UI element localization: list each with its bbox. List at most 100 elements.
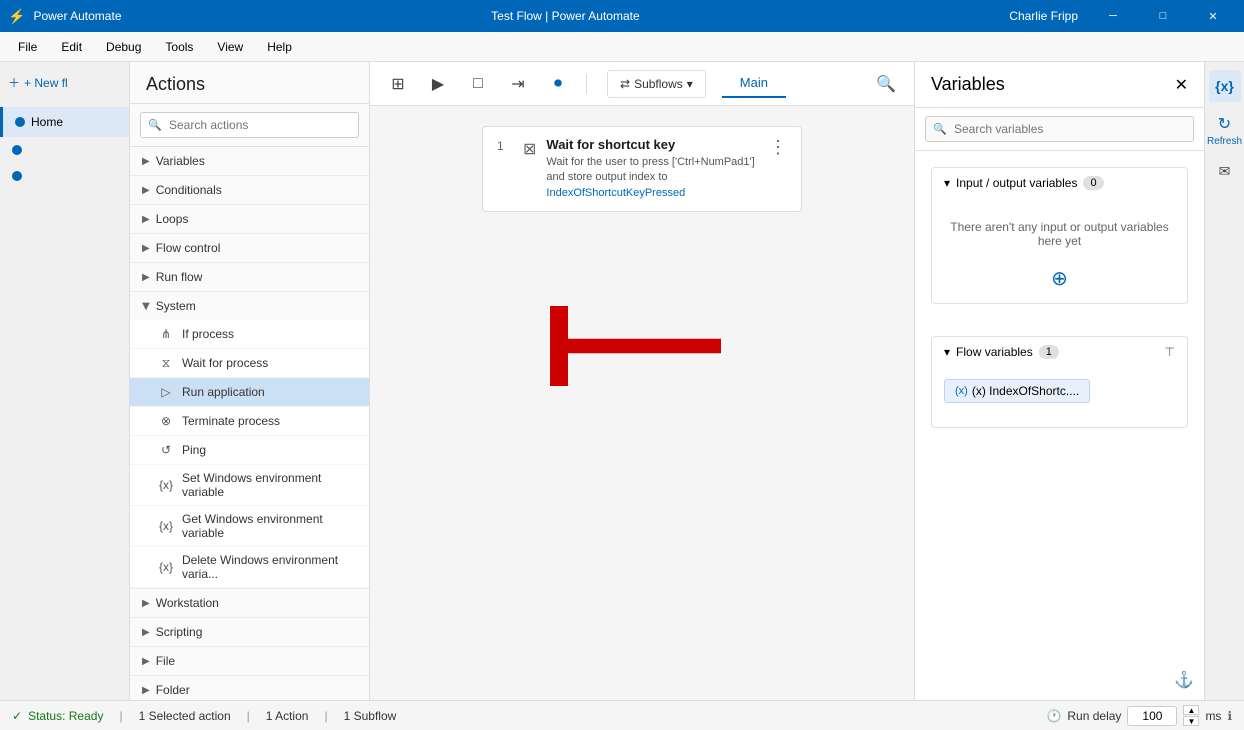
subflows-tab[interactable]: ⇄ Subflows ▾ — [607, 70, 706, 98]
app-icon: ⚡ — [8, 8, 25, 25]
category-run-flow-header[interactable]: ▶ Run flow — [130, 263, 369, 291]
category-loops-header[interactable]: ▶ Loops — [130, 205, 369, 233]
plus-icon: ＋ — [8, 74, 20, 91]
chevron-workstation: ▶ — [142, 598, 150, 609]
menu-help[interactable]: Help — [257, 36, 302, 58]
spinner-down-btn[interactable]: ▼ — [1183, 716, 1199, 726]
category-run-flow: ▶ Run flow — [130, 263, 369, 292]
step-btn[interactable]: ⇥ — [502, 68, 534, 100]
action-wait-for-process[interactable]: ⧖ Wait for process — [130, 349, 369, 378]
close-button[interactable]: ✕ — [1190, 0, 1236, 32]
anchor-icon[interactable]: ⚓ — [1174, 670, 1194, 690]
title-bar-left: ⚡ Power Automate — [8, 8, 122, 25]
actions-panel: Actions 🔍 ▶ Variables ▶ Conditionals — [130, 62, 370, 700]
ui-elements-btn[interactable]: ✉ — [1209, 155, 1241, 187]
action-delete-windows-env[interactable]: {x} Delete Windows environment varia... — [130, 547, 369, 588]
status-check-icon: ✓ — [12, 709, 22, 723]
category-folder: ▶ Folder — [130, 676, 369, 700]
step-content: Wait for shortcut key Wait for the user … — [546, 137, 759, 201]
refresh-btn[interactable]: ↻ Refresh — [1207, 114, 1242, 147]
variables-title: Variables — [931, 74, 1005, 95]
refresh-icon: ↻ — [1218, 114, 1231, 134]
system-items: ⋔ If process ⧖ Wait for process ▷ Run ap… — [130, 320, 369, 588]
category-scripting-label: Scripting — [156, 625, 203, 639]
spinner-up-btn[interactable]: ▲ — [1183, 705, 1199, 715]
variables-close-btn[interactable]: ✕ — [1175, 75, 1188, 95]
menu-file[interactable]: File — [8, 36, 47, 58]
title-bar: ⚡ Power Automate Test Flow | Power Autom… — [0, 0, 1244, 32]
category-flow-control-header[interactable]: ▶ Flow control — [130, 234, 369, 262]
nav-item-home[interactable]: Home — [0, 107, 129, 137]
action-get-windows-env[interactable]: {x} Get Windows environment variable — [130, 506, 369, 547]
step-description: Wait for the user to press ['Ctrl+NumPad… — [546, 155, 759, 201]
run-btn[interactable]: ▶ — [422, 68, 454, 100]
menu-bar: File Edit Debug Tools View Help — [0, 32, 1244, 62]
category-system-header[interactable]: ▶ System — [130, 292, 369, 320]
flow-var-item[interactable]: (x) (x) IndexOfShortc.... — [944, 379, 1090, 403]
add-variable-btn[interactable]: ⊕ — [944, 266, 1175, 291]
category-run-flow-label: Run flow — [156, 270, 203, 284]
title-bar-controls: Charlie Fripp ─ □ ✕ — [1009, 0, 1236, 32]
actions-list: ▶ Variables ▶ Conditionals ▶ Loops — [130, 147, 369, 700]
toggle-view-btn[interactable]: ⊞ — [382, 68, 414, 100]
step-link[interactable]: IndexOfShortcutKeyPressed — [546, 187, 685, 199]
input-output-section-header[interactable]: ▾ Input / output variables 0 — [932, 168, 1187, 198]
variables-search-input[interactable] — [925, 116, 1194, 142]
minimize-button[interactable]: ─ — [1090, 0, 1136, 32]
record-btn[interactable]: ⏺ — [542, 68, 574, 100]
actions-search-input[interactable] — [140, 112, 359, 138]
subflows-chevron: ▾ — [687, 77, 693, 91]
flow-variables-section-box: ▾ Flow variables 1 ⊤ (x) (x) IndexOfShor… — [931, 336, 1188, 428]
maximize-button[interactable]: □ — [1140, 0, 1186, 32]
canvas-search-btn[interactable]: 🔍 — [870, 68, 902, 100]
set-env-icon: {x} — [158, 477, 174, 493]
new-flow-button[interactable]: ＋ + New fl — [0, 70, 129, 95]
variables-panel-toggle-btn[interactable]: {x} — [1209, 70, 1241, 102]
category-folder-header[interactable]: ▶ Folder — [130, 676, 369, 700]
menu-edit[interactable]: Edit — [51, 36, 92, 58]
category-scripting-header[interactable]: ▶ Scripting — [130, 618, 369, 646]
nav-home-label: Home — [31, 115, 63, 129]
action-ping[interactable]: ↺ Ping — [130, 436, 369, 465]
run-delay-spinner: ▲ ▼ — [1183, 705, 1199, 726]
nav-item-flow1[interactable] — [0, 137, 129, 163]
category-file-label: File — [156, 654, 175, 668]
run-delay-label: Run delay — [1067, 709, 1121, 723]
user-name: Charlie Fripp — [1009, 9, 1078, 23]
action-terminate-process[interactable]: ⊗ Terminate process — [130, 407, 369, 436]
ping-icon: ↺ — [158, 442, 174, 458]
menu-tools[interactable]: Tools — [155, 36, 203, 58]
action-set-windows-env[interactable]: {x} Set Windows environment variable — [130, 465, 369, 506]
menu-debug[interactable]: Debug — [96, 36, 151, 58]
chevron-system: ▶ — [140, 302, 151, 310]
get-env-icon: {x} — [158, 518, 174, 534]
category-variables-label: Variables — [156, 154, 205, 168]
category-variables-header[interactable]: ▶ Variables — [130, 147, 369, 175]
action-run-application[interactable]: ▷ Run application — [130, 378, 369, 407]
run-delay-input[interactable] — [1127, 706, 1177, 726]
menu-view[interactable]: View — [207, 36, 253, 58]
if-process-icon: ⋔ — [158, 326, 174, 342]
nav-item-flow2[interactable] — [0, 163, 129, 189]
action-if-process[interactable]: ⋔ If process — [130, 320, 369, 349]
step-more-btn[interactable]: ⋮ — [769, 137, 787, 158]
category-conditionals-label: Conditionals — [156, 183, 222, 197]
category-workstation-header[interactable]: ▶ Workstation — [130, 589, 369, 617]
flow-step-1: 1 ⊠ Wait for shortcut key Wait for the u… — [482, 126, 802, 212]
app-title: Power Automate — [33, 9, 121, 23]
flow-variables-section-header[interactable]: ▾ Flow variables 1 ⊤ — [932, 337, 1187, 367]
main-tab[interactable]: Main — [722, 69, 786, 98]
subflow-count: 1 Subflow — [344, 709, 397, 723]
variables-bottom: ⚓ — [915, 660, 1204, 700]
input-output-section-box: ▾ Input / output variables 0 There aren'… — [931, 167, 1188, 304]
toolbar-sep — [586, 74, 587, 94]
flow-variables-section: ▾ Flow variables 1 ⊤ (x) (x) IndexOfShor… — [923, 328, 1196, 436]
category-file-header[interactable]: ▶ File — [130, 647, 369, 675]
category-conditionals-header[interactable]: ▶ Conditionals — [130, 176, 369, 204]
input-output-content: There aren't any input or output variabl… — [932, 198, 1187, 303]
chevron-conditionals: ▶ — [142, 185, 150, 196]
stop-btn[interactable]: □ — [462, 68, 494, 100]
filter-icon[interactable]: ⊤ — [1165, 345, 1175, 359]
subflows-icon: ⇄ — [620, 77, 630, 91]
flow-variables-chevron: ▾ — [944, 345, 950, 359]
